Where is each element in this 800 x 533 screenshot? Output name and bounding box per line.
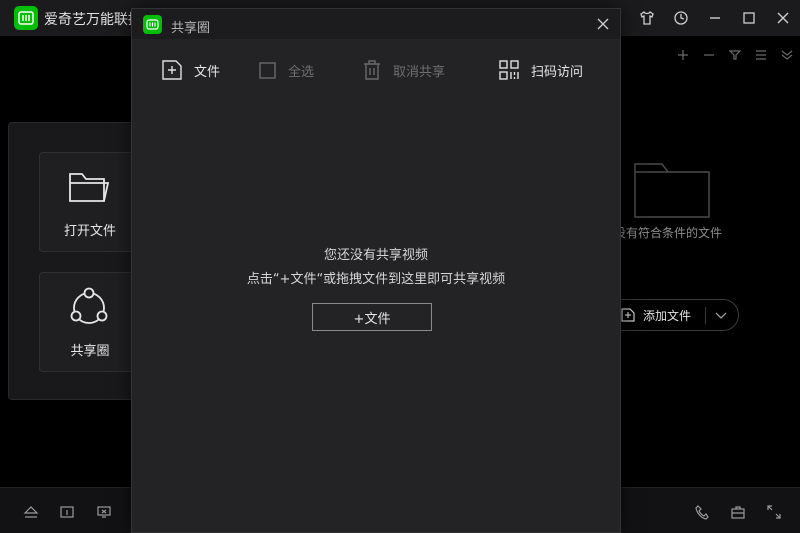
empty-share-title: 您还没有共享视频 (323, 248, 428, 263)
add-file-icon (162, 60, 182, 80)
close-icon[interactable] (766, 0, 800, 36)
add-file-button[interactable]: +文件 (312, 303, 432, 331)
collapse-icon[interactable] (774, 38, 800, 72)
add-file-icon (621, 308, 635, 322)
toolbox-icon[interactable] (730, 504, 746, 520)
folder-icon (69, 173, 110, 202)
clock-icon[interactable] (664, 0, 698, 36)
dialog-logo (143, 15, 162, 34)
select-all-tool[interactable]: 全选 (259, 59, 314, 81)
app-logo (14, 6, 38, 30)
scan-access-label: 扫码访问 (531, 64, 584, 80)
plus-icon[interactable] (670, 38, 696, 72)
minus-icon[interactable] (696, 38, 722, 72)
qr-code-icon (499, 60, 519, 80)
eject-icon[interactable] (23, 504, 39, 520)
select-all-label: 全选 (288, 64, 315, 80)
phone-icon[interactable] (694, 504, 710, 520)
share-circle-icon (70, 287, 108, 324)
cancel-share-tool[interactable]: 取消共享 (363, 59, 445, 81)
filter-icon[interactable] (722, 38, 748, 72)
add-file-tool-label: 文件 (194, 64, 221, 80)
list-view-icon[interactable] (748, 38, 774, 72)
maximize-icon[interactable] (732, 0, 766, 36)
minimize-icon[interactable] (698, 0, 732, 36)
fullscreen-icon[interactable] (766, 504, 782, 520)
screen-cast-icon[interactable] (96, 504, 112, 520)
dialog-header: 共享圈 (132, 9, 620, 39)
list-toolbar (670, 38, 800, 72)
share-circle-label: 共享圈 (70, 344, 110, 359)
dialog-title: 共享圈 (171, 21, 211, 36)
trash-icon (364, 60, 380, 80)
window-controls (596, 0, 800, 36)
scan-access-tool[interactable]: 扫码访问 (499, 59, 583, 81)
shirt-icon[interactable] (630, 0, 664, 36)
chevron-down-icon[interactable] (715, 312, 727, 320)
add-file-tool[interactable]: 文件 (162, 59, 220, 81)
empty-share-hint: 点击“+文件“或拖拽文件到这里即可共享视频 (246, 272, 506, 287)
dialog-close-button[interactable] (594, 15, 612, 33)
cancel-share-label: 取消共享 (393, 64, 446, 80)
app-title: 爱奇艺万能联播 (44, 12, 142, 28)
empty-list-text: 没有符合条件的文件 (614, 226, 723, 240)
playlist-icon[interactable] (59, 504, 75, 520)
close-icon (597, 18, 609, 30)
share-circle-dialog: 共享圈 文件 全选 取消共享 扫码访问 您还没有共享视频 点击“+文件“或拖拽文… (131, 8, 621, 533)
empty-folder-icon (634, 162, 710, 222)
add-file-label: 添加文件 (643, 308, 692, 323)
open-file-label: 打开文件 (63, 224, 116, 239)
button-divider (705, 307, 706, 324)
left-panel: 打开文件 共享圈 (8, 122, 149, 400)
checkbox-icon (259, 61, 276, 79)
